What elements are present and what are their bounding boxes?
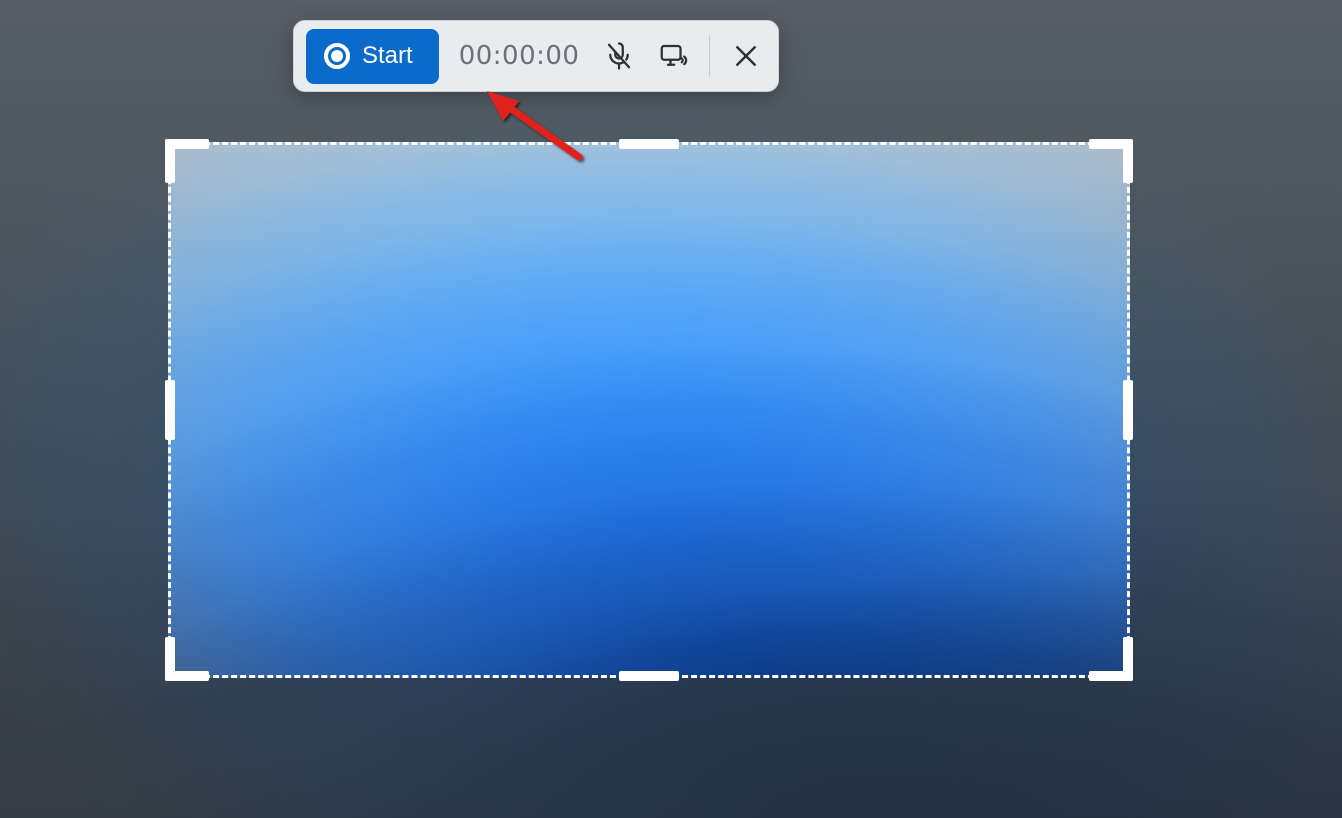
timer-display: 00:00:00 bbox=[453, 41, 586, 71]
dim-overlay-right bbox=[1130, 142, 1342, 678]
start-button[interactable]: Start bbox=[306, 29, 439, 84]
recorder-toolbar: Start 00:00:00 bbox=[293, 20, 779, 92]
resize-handle-top-right[interactable] bbox=[1089, 139, 1133, 183]
start-button-label: Start bbox=[362, 42, 413, 70]
system-audio-toggle-button[interactable] bbox=[653, 36, 693, 76]
record-icon bbox=[324, 43, 350, 69]
system-audio-icon bbox=[658, 41, 688, 71]
close-icon bbox=[731, 41, 761, 71]
microphone-toggle-button[interactable] bbox=[599, 36, 639, 76]
close-button[interactable] bbox=[726, 36, 766, 76]
microphone-off-icon bbox=[604, 41, 634, 71]
dim-overlay-left bbox=[0, 142, 168, 678]
dim-overlay-bottom bbox=[0, 678, 1342, 818]
resize-handle-bottom-right[interactable] bbox=[1089, 637, 1133, 681]
resize-handle-top-left[interactable] bbox=[165, 139, 209, 183]
resize-handle-bottom-left[interactable] bbox=[165, 637, 209, 681]
toolbar-divider bbox=[709, 36, 710, 76]
capture-selection-region[interactable] bbox=[168, 142, 1130, 678]
resize-handle-left[interactable] bbox=[165, 380, 175, 440]
resize-handle-right[interactable] bbox=[1123, 380, 1133, 440]
resize-handle-bottom[interactable] bbox=[619, 671, 679, 681]
resize-handle-top[interactable] bbox=[619, 139, 679, 149]
